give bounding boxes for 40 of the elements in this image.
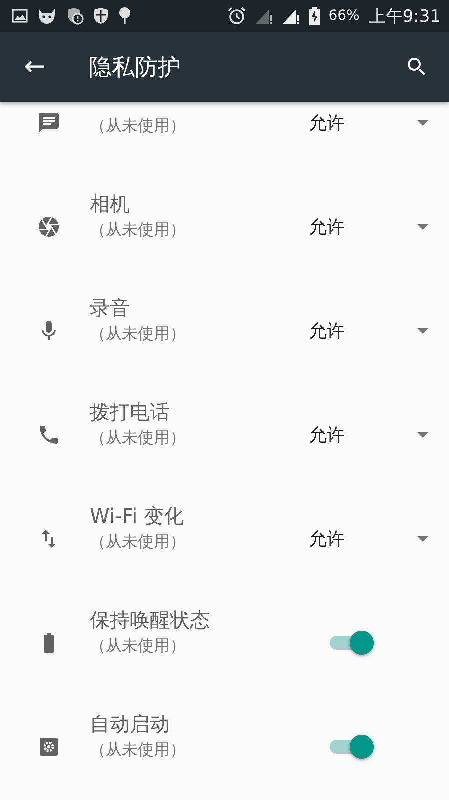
back-button[interactable]: ←: [11, 43, 59, 91]
permission-title: 相机: [90, 191, 131, 218]
permission-dropdown[interactable]: 允许: [309, 311, 429, 351]
usage-note: （从未使用）: [90, 115, 187, 137]
aperture-icon: [37, 215, 61, 239]
alarm-icon: [228, 7, 246, 25]
dropdown-caret-icon: [417, 224, 429, 230]
mascot-icon: [37, 7, 57, 25]
dropdown-caret-icon: [417, 536, 429, 542]
screen-title: 隐私防护: [89, 54, 182, 82]
dropdown-caret-icon: [417, 120, 429, 126]
gear-icon: [37, 735, 61, 759]
battery-percent: 66%: [328, 8, 360, 24]
permission-dropdown[interactable]: 允许: [309, 207, 429, 247]
usage-note: （从未使用）: [90, 739, 187, 761]
permission-title: 拨打电话: [90, 399, 171, 426]
usage-note: （从未使用）: [90, 323, 187, 345]
permission-dropdown[interactable]: 允许: [309, 519, 429, 559]
battery-charging-icon: [308, 7, 320, 25]
message-icon: [37, 111, 61, 135]
usage-note: （从未使用）: [90, 219, 187, 241]
clock: 上午9:31: [368, 6, 441, 28]
permission-dropdown[interactable]: 允许: [309, 415, 429, 455]
shield-alert-icon: [66, 7, 84, 25]
usage-note: （从未使用）: [90, 635, 187, 657]
phone-icon: [37, 423, 61, 447]
permission-dropdown[interactable]: 允许: [309, 103, 429, 143]
usage-note: （从未使用）: [90, 427, 187, 449]
toggle-switch[interactable]: [330, 629, 374, 657]
dropdown-caret-icon: [417, 432, 429, 438]
permission-title: 录音: [90, 295, 131, 322]
toggle-switch[interactable]: [330, 733, 374, 761]
shield-icon: [93, 7, 109, 25]
image-icon: [12, 8, 28, 24]
permission-title: Wi-Fi 变化: [90, 503, 186, 530]
usage-note: （从未使用）: [90, 531, 187, 553]
dropdown-caret-icon: [417, 328, 429, 334]
permission-title: 保持唤醒状态: [90, 607, 211, 634]
lollipop-icon: [118, 7, 132, 25]
permission-title: 自动启动: [90, 711, 171, 738]
